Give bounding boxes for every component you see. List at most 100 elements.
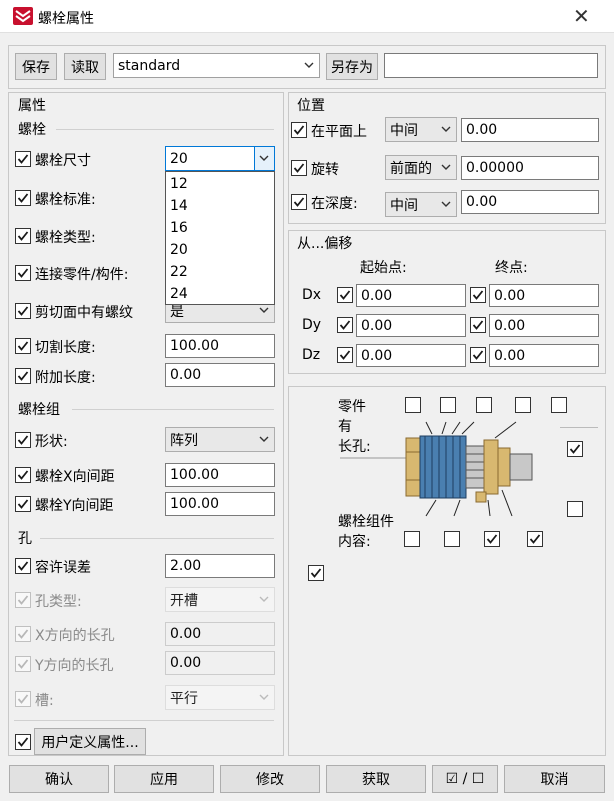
dy-label: Dy xyxy=(302,317,322,333)
spacing-y-input[interactable]: 100.00 xyxy=(165,492,275,516)
cancel-button[interactable]: 取消 xyxy=(504,765,605,793)
dy-start-input[interactable]: 0.00 xyxy=(356,314,466,337)
at-depth-checkbox[interactable] xyxy=(291,194,307,210)
user-attr-checkbox[interactable] xyxy=(15,734,31,750)
check-icon xyxy=(339,350,351,360)
rotation-select[interactable]: 前面的 xyxy=(385,155,457,180)
bolt-size-option[interactable]: 24 xyxy=(170,286,188,302)
ok-button[interactable]: 确认 xyxy=(9,765,109,793)
at-depth-input[interactable]: 0.00 xyxy=(461,190,599,214)
toggle-checkboxes-button[interactable]: ☑ / ☐ xyxy=(432,765,498,793)
slot-part4-checkbox[interactable] xyxy=(515,397,531,413)
bolt-size-option[interactable]: 14 xyxy=(170,198,188,214)
connect-parts-checkbox[interactable] xyxy=(15,265,31,281)
spacing-x-checkbox[interactable] xyxy=(15,467,31,483)
dz-start-checkbox[interactable] xyxy=(337,347,353,363)
preset-select[interactable]: standard xyxy=(113,53,320,78)
check-icon xyxy=(17,435,29,445)
slot-part1-checkbox[interactable] xyxy=(405,397,421,413)
assembly-enable-checkbox[interactable] xyxy=(308,565,324,581)
extra-nut-checkbox[interactable] xyxy=(567,501,583,517)
bolt-size-option[interactable]: 22 xyxy=(170,264,188,280)
assembly-washer2-checkbox[interactable] xyxy=(484,531,500,547)
get-button[interactable]: 获取 xyxy=(326,765,426,793)
cut-length-input[interactable]: 100.00 xyxy=(165,334,275,358)
shape-checkbox[interactable] xyxy=(15,432,31,448)
preset-value: standard xyxy=(118,57,181,74)
dz-end-checkbox[interactable] xyxy=(470,347,486,363)
dy-end-input[interactable]: 0.00 xyxy=(489,314,599,337)
chevron-down-icon xyxy=(259,307,269,313)
extra-length-checkbox[interactable] xyxy=(15,368,31,384)
load-button[interactable]: 读取 xyxy=(64,53,106,80)
slot-value: 平行 xyxy=(170,690,198,707)
assembly-bolt-checkbox[interactable] xyxy=(404,531,420,547)
bolt-group-title: 螺栓组 xyxy=(18,402,60,418)
washer-checkbox[interactable] xyxy=(567,441,583,457)
chevron-down-icon xyxy=(304,62,314,68)
chevron-down-icon xyxy=(259,694,269,700)
check-icon xyxy=(293,125,305,135)
check-icon xyxy=(17,306,29,316)
assembly-label: 螺栓组件 xyxy=(338,514,394,530)
save-as-input[interactable] xyxy=(384,53,598,78)
cut-length-checkbox[interactable] xyxy=(15,338,31,354)
thread-checkbox[interactable] xyxy=(15,303,31,319)
check-icon xyxy=(529,534,541,544)
check-icon xyxy=(569,444,581,454)
on-plane-checkbox[interactable] xyxy=(291,122,307,138)
bolt-size-option[interactable]: 12 xyxy=(170,176,188,192)
assembly-washer1-checkbox[interactable] xyxy=(444,531,460,547)
bolt-size-option[interactable]: 16 xyxy=(170,220,188,236)
chevron-down-icon xyxy=(441,126,451,132)
dz-end-input[interactable]: 0.00 xyxy=(489,344,599,367)
dz-start-input[interactable]: 0.00 xyxy=(356,344,466,367)
parts-label: 零件 xyxy=(338,399,366,415)
spacing-x-input[interactable]: 100.00 xyxy=(165,463,275,487)
hole-type-label: 孔类型: xyxy=(35,594,82,610)
app-icon xyxy=(13,7,33,25)
apply-button[interactable]: 应用 xyxy=(114,765,214,793)
on-plane-select[interactable]: 中间 xyxy=(385,117,457,142)
divider xyxy=(560,427,598,428)
save-button[interactable]: 保存 xyxy=(15,53,57,80)
bolt-standard-checkbox[interactable] xyxy=(15,190,31,206)
dx-end-input[interactable]: 0.00 xyxy=(489,284,599,307)
at-depth-label: 在深度: xyxy=(311,196,358,212)
hole-type-value: 开槽 xyxy=(170,592,198,609)
slot-part5-checkbox[interactable] xyxy=(551,397,567,413)
rotation-input[interactable]: 0.00000 xyxy=(461,156,599,180)
shape-value: 阵列 xyxy=(170,432,198,449)
at-depth-select[interactable]: 中间 xyxy=(385,192,457,217)
spacing-y-checkbox[interactable] xyxy=(15,496,31,512)
bolt-type-checkbox[interactable] xyxy=(15,228,31,244)
shape-select[interactable]: 阵列 xyxy=(165,427,275,452)
check-icon xyxy=(17,154,29,164)
dx-end-checkbox[interactable] xyxy=(470,287,486,303)
bolt-size-option[interactable]: 20 xyxy=(170,242,188,258)
tolerance-checkbox[interactable] xyxy=(15,558,31,574)
assembly-nut-checkbox[interactable] xyxy=(527,531,543,547)
bolt-size-checkbox[interactable] xyxy=(15,151,31,167)
check-icon xyxy=(17,595,29,605)
extra-length-input[interactable]: 0.00 xyxy=(165,363,275,387)
hole-title: 孔 xyxy=(18,531,32,547)
on-plane-input[interactable]: 0.00 xyxy=(461,118,599,142)
check-icon xyxy=(17,737,29,747)
slot-part2-checkbox[interactable] xyxy=(440,397,456,413)
rotation-checkbox[interactable] xyxy=(291,160,307,176)
tolerance-input[interactable]: 2.00 xyxy=(165,554,275,578)
check-icon xyxy=(17,561,29,571)
close-icon[interactable]: ✕ xyxy=(573,4,590,28)
dx-start-input[interactable]: 0.00 xyxy=(356,284,466,307)
slot-part3-checkbox[interactable] xyxy=(476,397,492,413)
user-attributes-button[interactable]: 用户定义属性... xyxy=(34,728,146,755)
bolt-size-dropdown-list[interactable]: 12 14 16 20 22 24 xyxy=(165,171,275,305)
dx-start-checkbox[interactable] xyxy=(337,287,353,303)
save-as-button[interactable]: 另存为 xyxy=(326,53,378,80)
dy-start-checkbox[interactable] xyxy=(337,317,353,333)
dy-end-checkbox[interactable] xyxy=(470,317,486,333)
bolt-size-select[interactable]: 20 xyxy=(165,146,275,171)
modify-button[interactable]: 修改 xyxy=(220,765,320,793)
check-icon xyxy=(339,320,351,330)
